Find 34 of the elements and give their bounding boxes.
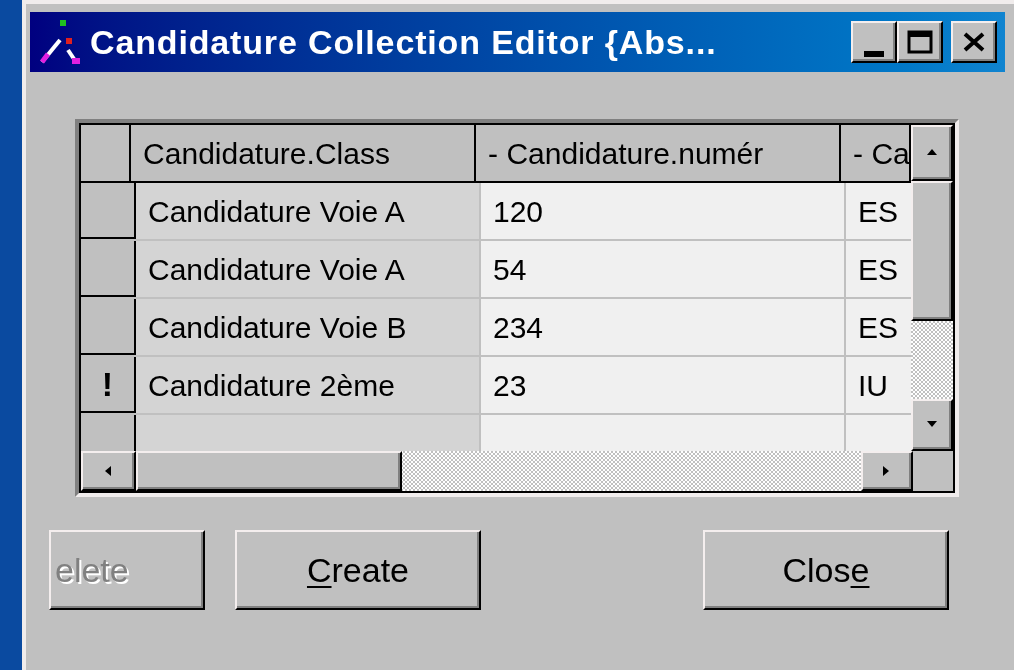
minimize-button[interactable] — [851, 21, 897, 63]
scroll-down-button[interactable] — [911, 399, 953, 451]
scroll-thumb[interactable] — [136, 451, 402, 491]
horizontal-scrollbar[interactable] — [81, 451, 913, 491]
table-cell: ES — [846, 241, 912, 297]
table-cell: Candidature Voie A — [136, 241, 481, 297]
table-cell: 54 — [481, 241, 846, 297]
table-cell: IU — [846, 357, 912, 413]
scroll-thumb[interactable] — [911, 181, 953, 321]
table-cell: 120 — [481, 183, 846, 239]
table-cell: ES — [846, 183, 912, 239]
app-icon — [38, 18, 82, 66]
table-cell: ES — [846, 299, 912, 355]
table-cell: Candidature Voie B — [136, 299, 481, 355]
scroll-right-button[interactable] — [861, 451, 913, 491]
row-header[interactable] — [81, 241, 136, 297]
maximize-button[interactable] — [897, 21, 943, 63]
row-header[interactable]: ! — [81, 357, 136, 413]
table-cell: Candidature 2ème — [136, 357, 481, 413]
minimize-icon — [864, 51, 884, 57]
dialog-button[interactable]: Close — [703, 530, 949, 610]
window-title: Candidature Collection Editor {Abs... — [90, 21, 718, 63]
close-button[interactable] — [951, 21, 997, 63]
dialog-button[interactable]: Create — [235, 530, 481, 610]
close-icon — [962, 31, 986, 53]
row-header[interactable] — [81, 299, 136, 355]
table-cell: 234 — [481, 299, 846, 355]
scroll-left-button[interactable] — [81, 451, 136, 491]
vertical-scrollbar[interactable] — [911, 125, 953, 451]
table-cell: 23 — [481, 357, 846, 413]
table-cell: Candidature Voie A — [136, 183, 481, 239]
scroll-up-button[interactable] — [911, 125, 953, 181]
maximize-icon — [907, 30, 933, 54]
row-header[interactable] — [81, 183, 136, 239]
